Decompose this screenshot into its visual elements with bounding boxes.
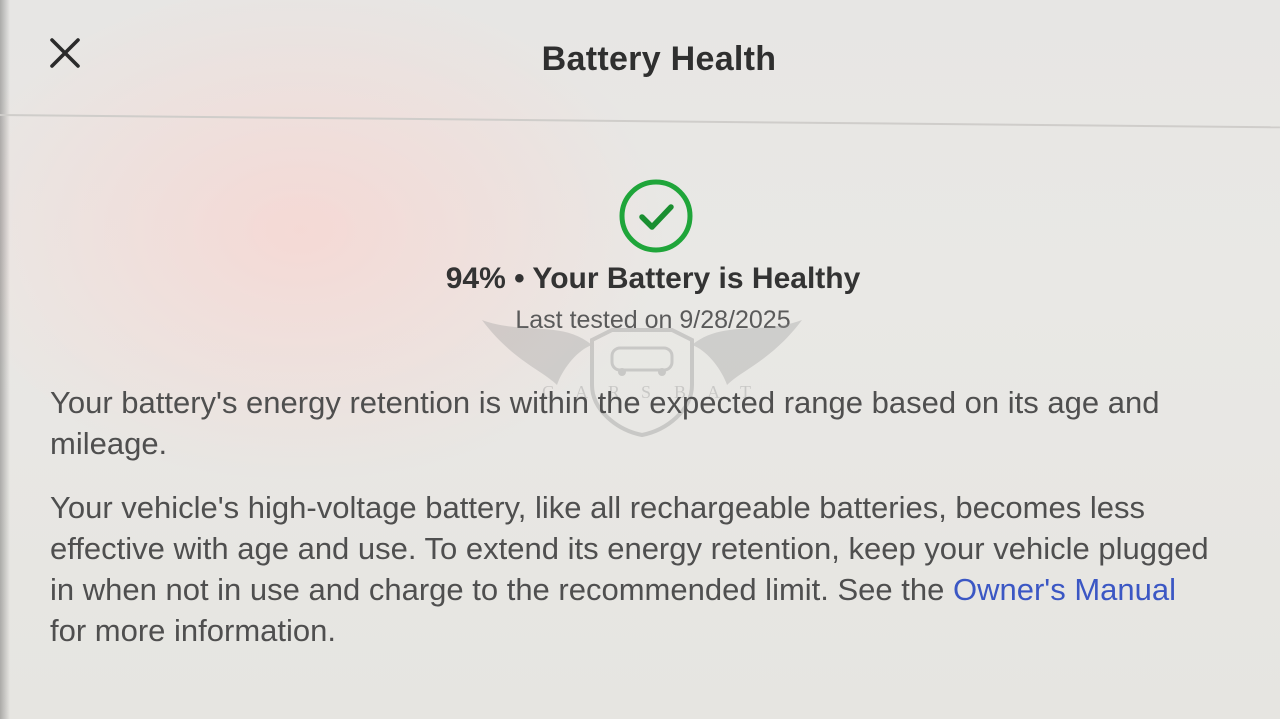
battery-health-screen: Battery Health 94% • Your Battery is Hea… (0, 0, 1280, 719)
header: Battery Health (0, 0, 1280, 129)
health-percent: 94% (445, 262, 506, 295)
battery-info-suffix: for more information. (50, 613, 336, 648)
health-status: 94% • Your Battery is Healthy (0, 262, 1280, 296)
owners-manual-link[interactable]: Owner's Manual (953, 572, 1176, 607)
retention-paragraph: Your battery's energy retention is withi… (50, 385, 1160, 461)
health-message: Your Battery is Healthy (532, 262, 861, 295)
battery-info-paragraph: Your vehicle's high-voltage battery, lik… (50, 487, 1220, 651)
check-circle-icon (619, 179, 693, 253)
header-divider (0, 114, 1280, 129)
last-tested-date: Last tested on 9/28/2025 (515, 306, 791, 334)
page-title: Battery Health (541, 40, 777, 78)
status-separator: • (514, 262, 525, 295)
